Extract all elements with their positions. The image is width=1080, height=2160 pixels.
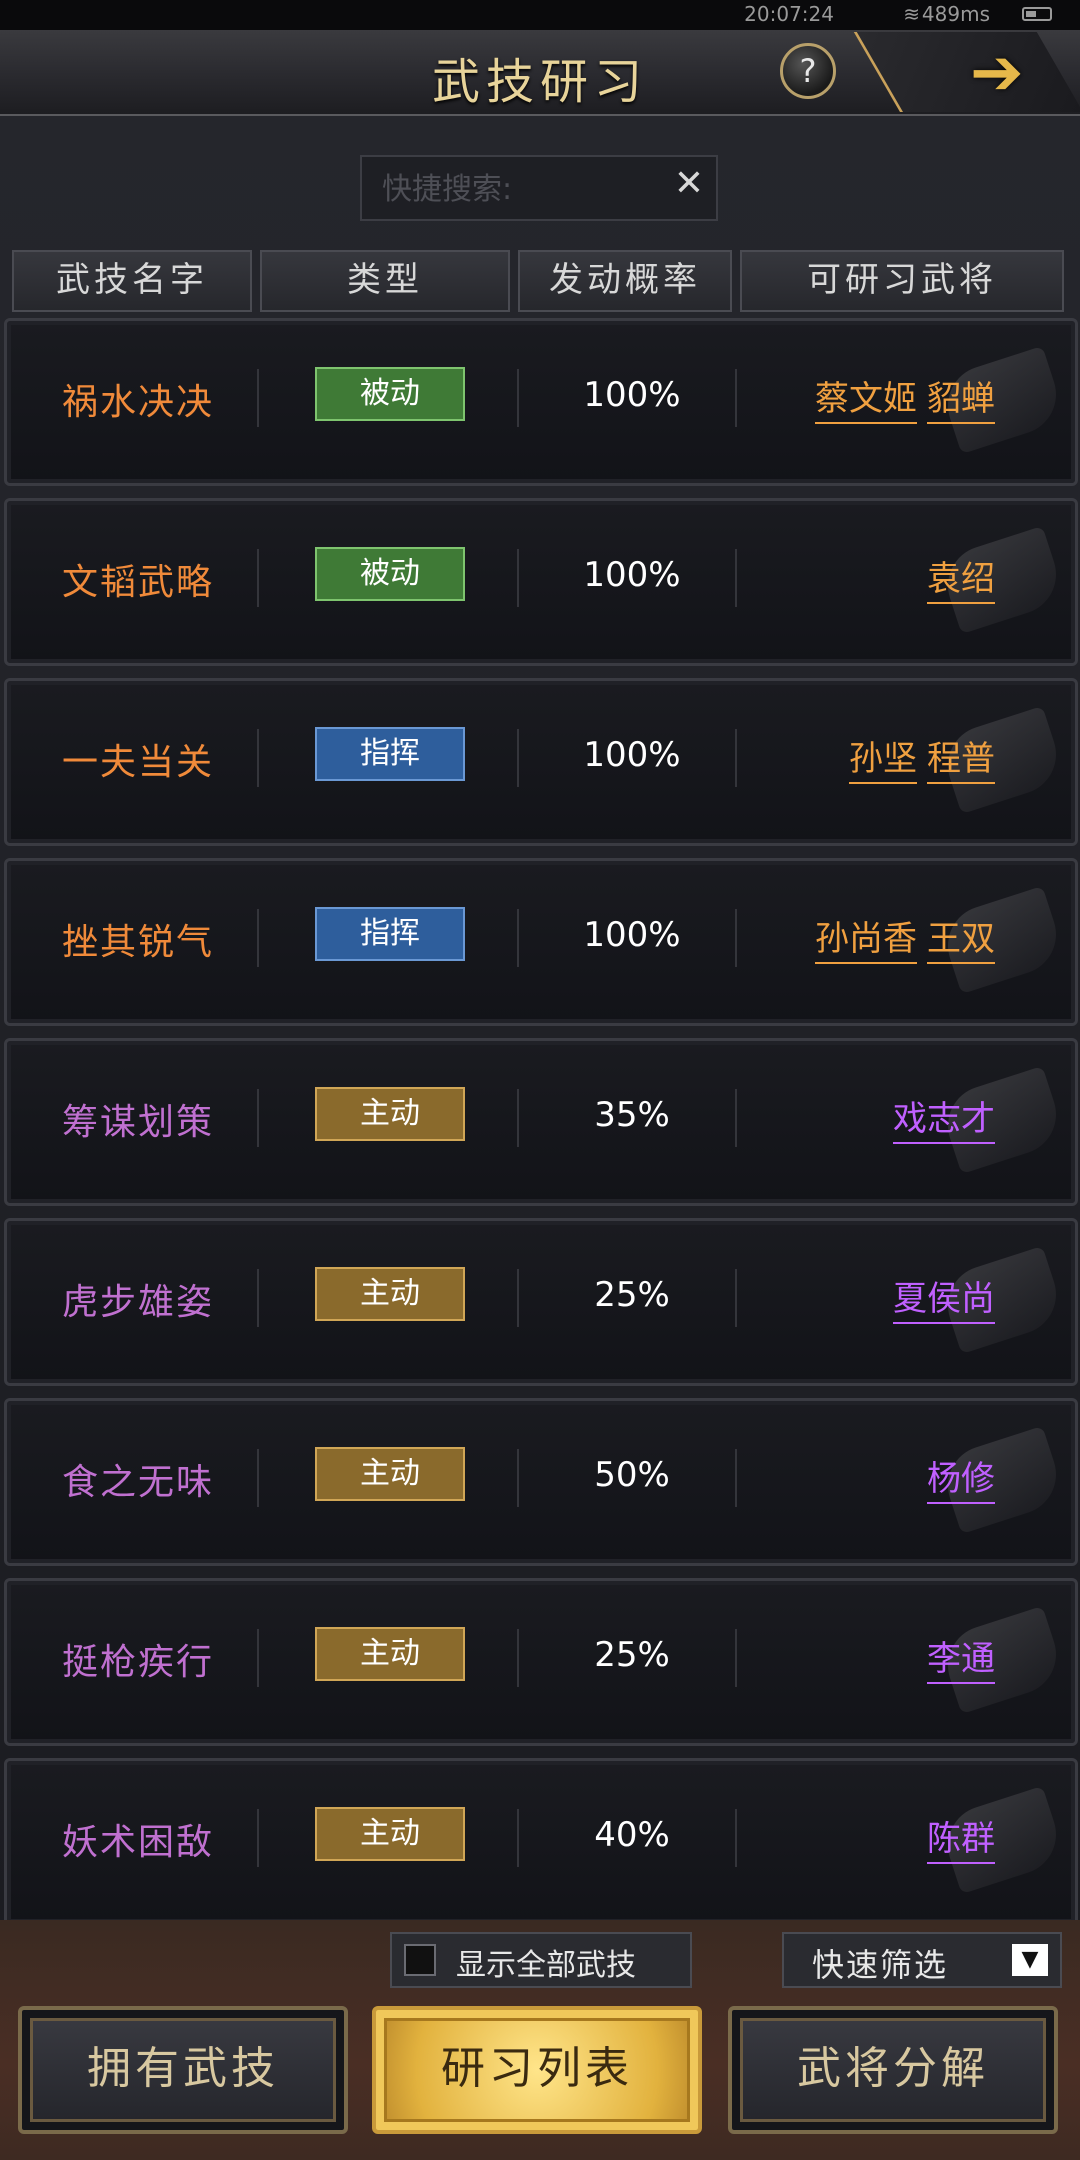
column-header-type[interactable]: 类型	[260, 250, 510, 312]
skill-name: 虎步雄姿	[61, 1282, 214, 1323]
show-all-checkbox[interactable]	[404, 1944, 436, 1976]
quick-filter-dropdown[interactable]: 快速筛选 ▼	[782, 1932, 1062, 1988]
general-link[interactable]: 貂蝉	[927, 371, 995, 424]
general-list: 蔡文姬 貂蝉	[805, 371, 995, 424]
column-divider	[257, 729, 259, 787]
general-link[interactable]: 陈群	[927, 1811, 995, 1864]
column-divider	[257, 549, 259, 607]
skill-type-badge: 被动	[315, 547, 465, 601]
skill-name: 祸水决决	[61, 382, 214, 423]
tab-general-decompose[interactable]: 武将分解	[728, 2006, 1058, 2134]
show-all-label: 显示全部武技	[456, 1948, 636, 1983]
skill-row[interactable]: 一夫当关 指挥 100% 孙坚 程普	[4, 678, 1078, 846]
trigger-rate: 40%	[594, 1815, 670, 1855]
general-list: 陈群	[917, 1811, 995, 1864]
column-divider	[257, 369, 259, 427]
status-time: 20:07:24	[744, 2, 834, 26]
general-link[interactable]: 戏志才	[893, 1091, 995, 1144]
skill-name: 筹谋划策	[61, 1102, 214, 1143]
skill-name: 挺枪疾行	[61, 1642, 214, 1683]
skill-row[interactable]: 筹谋划策 主动 35% 戏志才	[4, 1038, 1078, 1206]
trigger-rate: 100%	[583, 735, 681, 775]
search-input[interactable]	[380, 157, 664, 221]
trigger-rate: 25%	[594, 1275, 670, 1315]
trigger-rate: 100%	[583, 375, 681, 415]
column-header-rate[interactable]: 发动概率	[518, 250, 732, 312]
exit-arrow-icon[interactable]: ➔	[970, 36, 1024, 110]
column-divider	[257, 1269, 259, 1327]
skill-row[interactable]: 文韬武略 被动 100% 袁绍	[4, 498, 1078, 666]
skill-type-badge: 主动	[315, 1807, 465, 1861]
skill-row[interactable]: 妖术困敌 主动 40% 陈群	[4, 1758, 1078, 1926]
dropdown-arrow-icon[interactable]: ▼	[1012, 1944, 1048, 1976]
skill-row[interactable]: 虎步雄姿 主动 25% 夏侯尚	[4, 1218, 1078, 1386]
general-list: 戏志才	[883, 1091, 995, 1144]
column-divider	[257, 1449, 259, 1507]
skill-type-badge: 主动	[315, 1447, 465, 1501]
general-link[interactable]: 程普	[927, 731, 995, 784]
general-link[interactable]: 李通	[927, 1631, 995, 1684]
skill-name: 挫其锐气	[61, 922, 214, 963]
skill-type-badge: 主动	[315, 1087, 465, 1141]
skill-name: 文韬武略	[61, 562, 214, 603]
wifi-icon: ≋	[903, 2, 920, 26]
skill-type-badge: 主动	[315, 1627, 465, 1681]
trigger-rate: 50%	[594, 1455, 670, 1495]
skill-row[interactable]: 食之无味 主动 50% 杨修	[4, 1398, 1078, 1566]
general-link[interactable]: 袁绍	[927, 551, 995, 604]
status-bar: 20:07:24 ≋ 489ms	[0, 0, 1080, 30]
trigger-rate: 100%	[583, 555, 681, 595]
clear-icon[interactable]: ✕	[674, 163, 704, 204]
general-list: 夏侯尚	[883, 1271, 995, 1324]
column-divider	[257, 1089, 259, 1147]
general-link[interactable]: 杨修	[927, 1451, 995, 1504]
general-link[interactable]: 孙坚	[849, 731, 917, 784]
skill-type-badge: 指挥	[315, 907, 465, 961]
column-divider	[257, 1629, 259, 1687]
tab-study-list[interactable]: 研习列表	[372, 2006, 702, 2134]
quick-filter-label: 快速筛选	[812, 1946, 949, 1984]
column-divider	[257, 1809, 259, 1867]
general-link[interactable]: 王双	[927, 911, 995, 964]
skill-type-badge: 主动	[315, 1267, 465, 1321]
trigger-rate: 100%	[583, 915, 681, 955]
general-link[interactable]: 夏侯尚	[893, 1271, 995, 1324]
column-divider	[257, 909, 259, 967]
general-link[interactable]: 孙尚香	[815, 911, 917, 964]
column-header-generals[interactable]: 可研习武将	[740, 250, 1064, 312]
skill-row[interactable]: 挫其锐气 指挥 100% 孙尚香 王双	[4, 858, 1078, 1026]
skill-type-badge: 被动	[315, 367, 465, 421]
general-list: 杨修	[917, 1451, 995, 1504]
skill-name: 妖术困敌	[61, 1822, 214, 1863]
trigger-rate: 25%	[594, 1635, 670, 1675]
skill-name: 一夫当关	[61, 742, 214, 783]
trigger-rate: 35%	[594, 1095, 670, 1135]
column-header-name[interactable]: 武技名字	[12, 250, 252, 312]
show-all-toggle[interactable]: 显示全部武技	[390, 1932, 692, 1988]
general-list: 孙尚香 王双	[805, 911, 995, 964]
general-list: 李通	[917, 1631, 995, 1684]
general-link[interactable]: 蔡文姬	[815, 371, 917, 424]
skill-row[interactable]: 挺枪疾行 主动 25% 李通	[4, 1578, 1078, 1746]
tab-owned-skills[interactable]: 拥有武技	[18, 2006, 348, 2134]
status-ping: 489ms	[921, 2, 990, 26]
general-list: 袁绍	[917, 551, 995, 604]
skill-name: 食之无味	[61, 1462, 214, 1503]
help-button[interactable]: ?	[780, 43, 836, 99]
search-box[interactable]: ✕	[360, 155, 718, 221]
battery-icon	[1022, 7, 1052, 21]
skill-row[interactable]: 祸水决决 被动 100% 蔡文姬 貂蝉	[4, 318, 1078, 486]
general-list: 孙坚 程普	[839, 731, 995, 784]
skill-type-badge: 指挥	[315, 727, 465, 781]
